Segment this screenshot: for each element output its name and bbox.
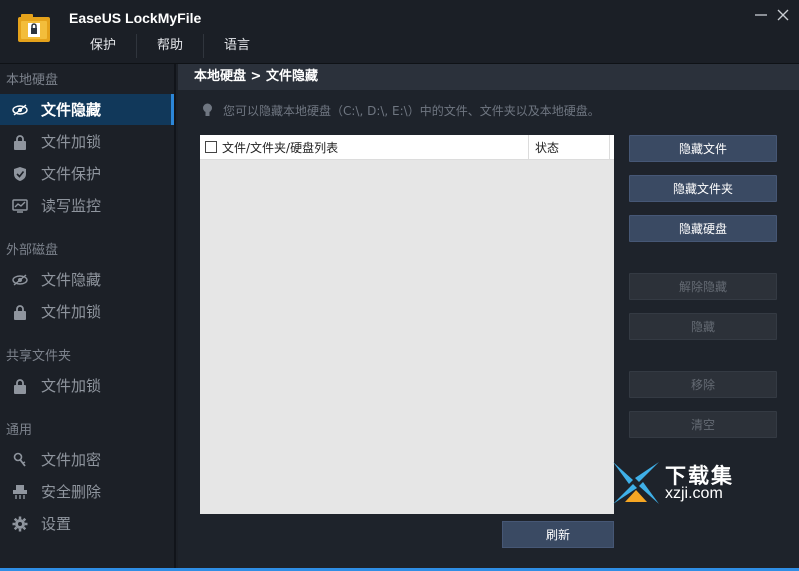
menu-help[interactable]: 帮助	[136, 34, 203, 58]
sidebar-item-external-hide[interactable]: 文件隐藏	[0, 264, 174, 295]
hint-text: 您可以隐藏本地硬盘（C:\, D:\, E:\）中的文件、文件夹以及本地硬盘。	[223, 104, 600, 118]
list-header: 文件/文件夹/硬盘列表 状态	[200, 134, 614, 160]
section-general: 通用	[6, 423, 33, 438]
file-list[interactable]: 文件/文件夹/硬盘列表 状态	[200, 134, 614, 514]
sidebar-item-shared-lock[interactable]: 文件加锁	[0, 370, 174, 401]
hide-file-button[interactable]: 隐藏文件	[629, 135, 777, 162]
remove-button[interactable]: 移除	[629, 371, 777, 398]
section-external-disk: 外部磁盘	[6, 243, 59, 258]
sidebar-item-label: 文件保护	[41, 165, 102, 183]
sidebar-item-label: 文件加密	[41, 451, 102, 469]
hide-drive-button[interactable]: 隐藏硬盘	[629, 215, 777, 242]
unhide-button[interactable]: 解除隐藏	[629, 273, 777, 300]
shield-icon	[12, 166, 28, 182]
menu-language[interactable]: 语言	[203, 34, 270, 58]
sidebar-item-label: 文件加锁	[41, 133, 102, 151]
column-header-status[interactable]: 状态	[529, 139, 609, 156]
minimize-button[interactable]	[753, 8, 769, 24]
eye-slash-icon	[12, 272, 28, 288]
minimize-icon	[755, 14, 767, 16]
sidebar-item-label: 安全删除	[41, 483, 102, 501]
hide-button[interactable]: 隐藏	[629, 313, 777, 340]
menu-protect[interactable]: 保护	[70, 34, 136, 58]
select-all-checkbox[interactable]	[205, 141, 217, 153]
watermark: 下载集 xzji.com	[611, 458, 781, 508]
refresh-button[interactable]: 刷新	[502, 521, 614, 548]
sidebar-item-local-lock[interactable]: 文件加锁	[0, 126, 174, 157]
monitor-icon	[12, 198, 28, 214]
sidebar-item-label: 设置	[41, 515, 72, 533]
sidebar-item-label: 文件隐藏	[41, 101, 102, 119]
section-local-disk: 本地硬盘	[6, 73, 59, 88]
eye-slash-icon	[12, 102, 28, 118]
sidebar: 本地硬盘 文件隐藏 文件加锁 文件保护 读写监控 外部磁盘 文件隐藏 文件加锁 …	[0, 64, 176, 568]
column-header-items[interactable]: 文件/文件夹/硬盘列表	[222, 139, 528, 156]
shredder-icon	[12, 484, 28, 500]
watermark-text-en: xzji.com	[665, 485, 723, 502]
sidebar-item-shred[interactable]: 安全删除	[0, 476, 174, 507]
lock-icon	[12, 134, 28, 150]
sidebar-item-settings[interactable]: 设置	[0, 508, 174, 539]
sidebar-item-external-lock[interactable]: 文件加锁	[0, 296, 174, 327]
sidebar-item-local-monitor[interactable]: 读写监控	[0, 190, 174, 221]
sidebar-item-label: 文件隐藏	[41, 271, 102, 289]
sidebar-item-label: 读写监控	[41, 197, 102, 215]
hint-text-row: 您可以隐藏本地硬盘（C:\, D:\, E:\）中的文件、文件夹以及本地硬盘。	[202, 102, 600, 119]
close-icon	[777, 9, 789, 21]
sidebar-item-local-hide[interactable]: 文件隐藏	[0, 94, 174, 125]
column-divider[interactable]	[609, 134, 610, 160]
lock-icon	[12, 378, 28, 394]
gear-icon	[12, 516, 28, 532]
main-panel: 本地硬盘 > 文件隐藏 您可以隐藏本地硬盘（C:\, D:\, E:\）中的文件…	[178, 64, 799, 568]
lightbulb-icon	[202, 103, 213, 118]
app-logo-icon	[18, 14, 50, 42]
sidebar-item-local-protect[interactable]: 文件保护	[0, 158, 174, 189]
hide-folder-button[interactable]: 隐藏文件夹	[629, 175, 777, 202]
section-shared-folder: 共享文件夹	[6, 349, 72, 364]
sidebar-item-label: 文件加锁	[41, 377, 102, 395]
breadcrumb: 本地硬盘 > 文件隐藏	[178, 64, 799, 90]
lock-icon	[12, 304, 28, 320]
sidebar-item-encrypt[interactable]: 文件加密	[0, 444, 174, 475]
menu-bar: 保护 帮助 语言	[70, 34, 270, 58]
app-title: EaseUS LockMyFile	[69, 10, 202, 26]
encrypt-key-icon	[12, 452, 28, 468]
clear-button[interactable]: 清空	[629, 411, 777, 438]
close-button[interactable]	[775, 8, 791, 24]
sidebar-item-label: 文件加锁	[41, 303, 102, 321]
title-bar: EaseUS LockMyFile 保护 帮助 语言	[0, 0, 799, 64]
watermark-logo-icon	[613, 462, 659, 504]
